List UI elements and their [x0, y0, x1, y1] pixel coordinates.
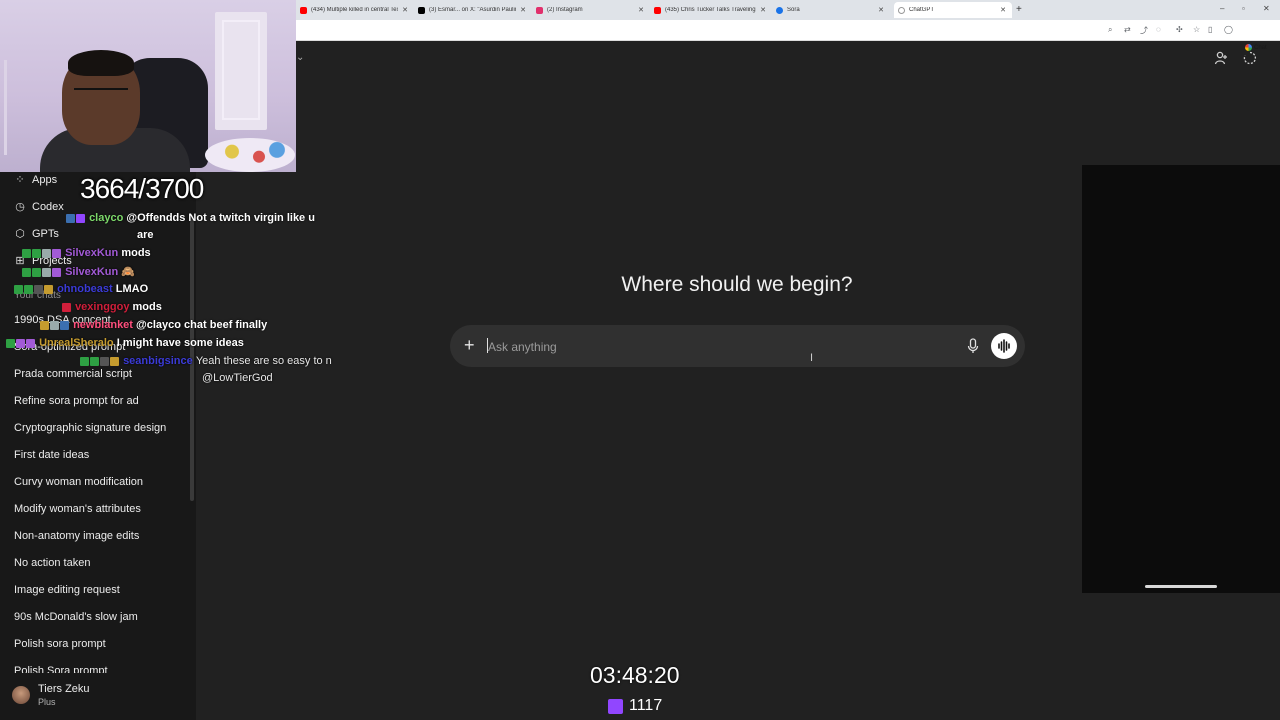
- close-icon[interactable]: ✕: [638, 6, 644, 14]
- webcam-overlay: [0, 0, 296, 172]
- browser-tab[interactable]: (434) Multiple killed in central Tex ✕: [296, 2, 414, 18]
- chat-history-item[interactable]: Image editing request: [14, 584, 189, 611]
- instagram-icon: [536, 6, 543, 14]
- chat-message: SilvexKun 🙈: [22, 265, 135, 278]
- sidebar-item-gpts[interactable]: ⬡ GPTs: [14, 227, 59, 241]
- browser-tab[interactable]: (2) Instagram ✕: [532, 2, 650, 18]
- new-tab-button[interactable]: +: [1016, 4, 1022, 15]
- chat-badges: [40, 319, 70, 331]
- rug: [205, 138, 295, 172]
- share-icon[interactable]: ⤴: [1140, 25, 1148, 36]
- chat-message: clayco @Offendds Not a twitch virgin lik…: [66, 212, 315, 224]
- bookmark-star-icon[interactable]: ☆: [1193, 25, 1200, 34]
- chat-message-cont: are: [137, 229, 154, 241]
- youtube-icon: [654, 6, 661, 14]
- close-icon[interactable]: ✕: [1000, 6, 1006, 14]
- browser-tab[interactable]: (3) Esmar... on X: "Asurdin Paulin ✕: [414, 2, 532, 18]
- chat-message: SilvexKun mods: [22, 247, 151, 259]
- user-name: Tiers Zeku: [38, 683, 90, 695]
- extension-icon[interactable]: ◌: [1156, 25, 1161, 34]
- chat-badges: [6, 337, 36, 349]
- chat-button[interactable]: Chat: [1245, 44, 1267, 51]
- plus-icon[interactable]: +: [464, 335, 475, 355]
- zoom-icon[interactable]: ⌕: [1108, 25, 1112, 35]
- close-icon[interactable]: ✕: [760, 6, 766, 14]
- chevron-down-icon[interactable]: ⌄: [296, 52, 304, 63]
- codex-icon: ◷: [15, 201, 25, 213]
- avatar: [12, 686, 30, 704]
- close-icon[interactable]: ✕: [402, 6, 408, 14]
- chat-history-item[interactable]: Polish sora prompt: [14, 638, 189, 665]
- chatgpt-icon: [898, 6, 905, 14]
- browser-tab[interactable]: Sora ✕: [772, 2, 890, 18]
- viewer-count: 1117: [608, 697, 662, 715]
- chat-history-item[interactable]: Cryptographic signature design: [14, 422, 189, 449]
- user-plan: Plus: [38, 697, 56, 707]
- composer: +: [450, 325, 1025, 367]
- stream-uptime: 03:48:20: [590, 662, 680, 688]
- voice-mode-button[interactable]: [991, 333, 1017, 359]
- puzzle-icon[interactable]: ✣: [1176, 25, 1183, 34]
- translate-icon[interactable]: ⇄: [1124, 25, 1131, 34]
- chat-message: vexinggoy mods: [62, 301, 162, 313]
- chat-history-item[interactable]: Prada commercial script: [14, 368, 189, 395]
- chat-history-item[interactable]: First date ideas: [14, 449, 189, 476]
- overlay-phone-panel: [1082, 165, 1280, 593]
- user-profile-button[interactable]: Tiers Zeku Plus: [12, 683, 90, 707]
- maximize-icon[interactable]: ▫: [1242, 4, 1245, 13]
- close-icon[interactable]: ✕: [878, 6, 884, 14]
- profile-icon[interactable]: ◯: [1224, 25, 1233, 34]
- door-panel: [222, 20, 260, 120]
- home-indicator: [1145, 585, 1217, 588]
- chat-history-item[interactable]: 90s McDonald's slow jam: [14, 611, 189, 638]
- minimize-icon[interactable]: –: [1220, 4, 1224, 13]
- streamer-hair: [68, 50, 134, 76]
- chat-message: seanbigsince Yeah these are so easy to n: [80, 355, 332, 367]
- chat-history-item[interactable]: Modify woman's attributes: [14, 503, 189, 530]
- chat-history-list: 1990s DSA concept Sora-optimized prompt …: [14, 314, 189, 676]
- sora-icon: [776, 6, 783, 14]
- chat-badges: [62, 301, 72, 313]
- chat-message-cont: @LowTierGod: [202, 372, 273, 384]
- gpts-cube-icon: ⬡: [15, 228, 25, 240]
- youtube-icon: [300, 6, 307, 14]
- chat-message: newblanket @clayco chat beef finally: [40, 319, 267, 331]
- mouse-cursor-icon: I: [810, 352, 814, 364]
- shelf: [4, 60, 47, 155]
- twitch-icon: [608, 698, 623, 714]
- gemini-icon: [1245, 44, 1252, 51]
- sidebar-item-codex[interactable]: ◷ Codex: [14, 200, 64, 214]
- split-view-icon[interactable]: ▯: [1208, 25, 1212, 34]
- browser-tab-active[interactable]: ChatGPT ✕: [894, 2, 1012, 18]
- x-icon: [418, 6, 425, 14]
- streamer-glasses: [74, 88, 128, 100]
- chat-badges: [14, 283, 54, 295]
- browser-tab[interactable]: (435) Chris Tucker Talks Traveling ✕: [650, 2, 772, 18]
- chat-badges: [66, 212, 86, 224]
- chat-badges: [22, 266, 62, 278]
- close-window-icon[interactable]: ✕: [1263, 4, 1270, 13]
- sidebar-item-apps[interactable]: ⁘ Apps: [14, 173, 57, 187]
- waveform-icon: [998, 339, 1010, 353]
- chat-badges: [80, 355, 120, 367]
- chat-history-item[interactable]: Refine sora prompt for ad: [14, 395, 189, 422]
- prompt-input[interactable]: [486, 336, 930, 358]
- text-caret: [487, 338, 488, 353]
- sub-goal-counter: 3664/3700: [80, 173, 204, 204]
- chat-message: UnrealSheralo I might have some ideas: [6, 337, 244, 349]
- chat-message: ohnobeast LMAO: [14, 283, 148, 295]
- chat-history-item[interactable]: Non-anatomy image edits: [14, 530, 189, 557]
- chat-badges: [22, 247, 62, 259]
- apps-grid-icon: ⁘: [15, 174, 25, 186]
- temporary-chat-icon[interactable]: [1243, 51, 1257, 68]
- add-person-icon[interactable]: [1214, 51, 1228, 68]
- page-headline: Where should we begin?: [621, 273, 853, 296]
- close-icon[interactable]: ✕: [520, 6, 526, 14]
- chat-history-item[interactable]: No action taken: [14, 557, 189, 584]
- user-info: Tiers Zeku Plus: [38, 683, 90, 707]
- microphone-icon[interactable]: [966, 337, 980, 355]
- chat-history-item[interactable]: Curvy woman modification: [14, 476, 189, 503]
- chat-history-item[interactable]: Polish Sora prompt: [14, 665, 189, 673]
